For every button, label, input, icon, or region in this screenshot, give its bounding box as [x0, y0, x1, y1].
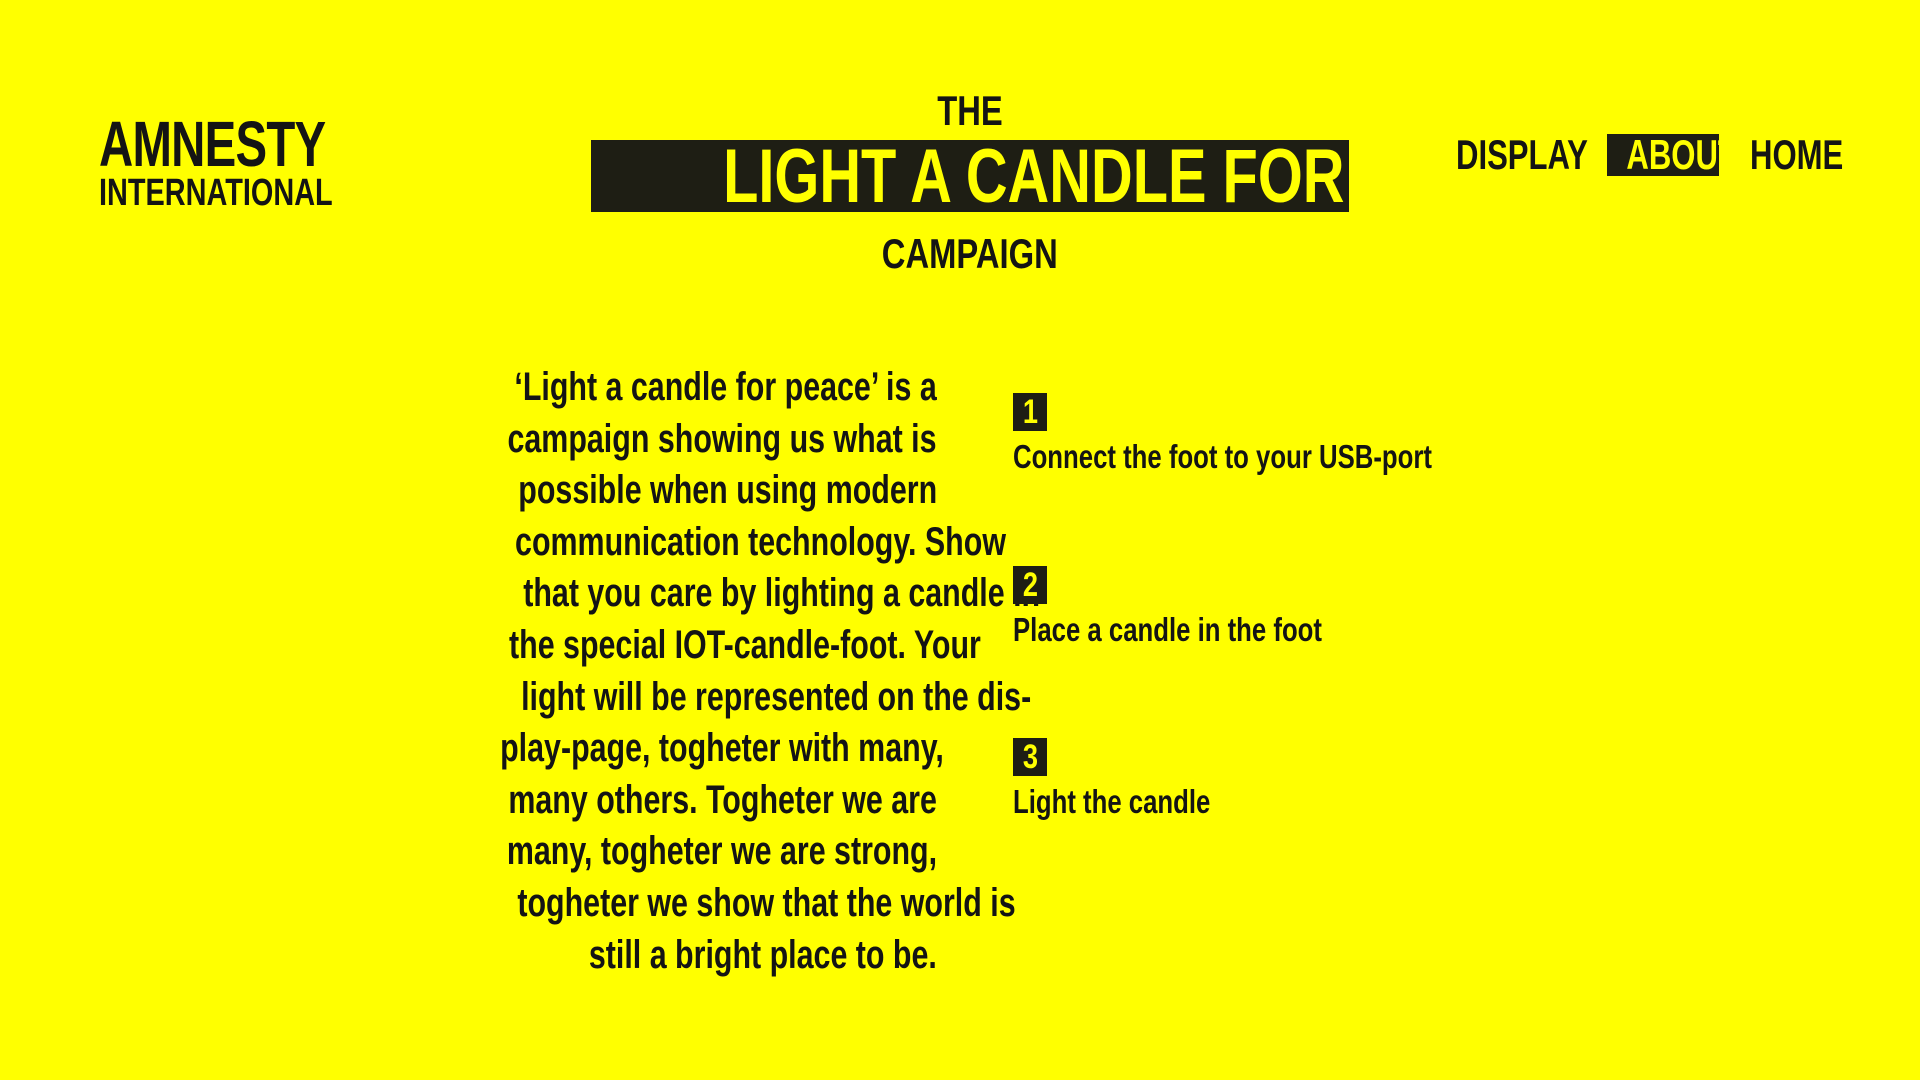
description-line: play-page, togheter with many,	[500, 726, 944, 771]
description-line: possible when using modern	[518, 468, 937, 513]
step-text: Connect the foot to your USB-port	[1013, 438, 1432, 475]
main-nav: DISPLAY ABOUT HOME	[1440, 134, 1860, 178]
title-main-banner: LIGHT A CANDLE FOR PEACE	[591, 140, 1349, 212]
nav-home-link[interactable]: HOME	[1750, 134, 1876, 176]
step-1: 1 Connect the foot to your USB-port	[1013, 393, 1550, 477]
logo-line-international: INTERNATIONAL	[99, 172, 333, 214]
campaign-description: ‘Light a candle for peace’ is a campaign …	[360, 362, 1041, 981]
description-line: togheter we show that the world is	[517, 880, 1016, 925]
amnesty-logo[interactable]: AMNESTY INTERNATIONAL	[99, 112, 349, 212]
nav-about-link[interactable]: ABOUT	[1607, 134, 1737, 176]
step-text: Light the candle	[1013, 783, 1211, 820]
description-line: light will be represented on the dis-	[521, 674, 1032, 719]
about-page: AMNESTY INTERNATIONAL THE LIGHT A CANDLE…	[0, 0, 1920, 1080]
description-line: many, togheter we are strong,	[506, 829, 937, 874]
nav-about-label: ABOUT	[1626, 131, 1737, 178]
title-pre: THE	[937, 87, 1003, 134]
description-line: campaign showing us what is	[507, 416, 937, 461]
step-number-badge: 3	[1013, 738, 1047, 776]
description-line: communication technology. Show	[515, 519, 1006, 564]
description-line: ‘Light a candle for peace’ is a	[514, 365, 937, 409]
nav-display-label: DISPLAY	[1456, 131, 1588, 178]
description-line: that you care by lighting a candle in	[523, 571, 1041, 616]
step-3: 3 Light the candle	[1013, 738, 1266, 822]
step-text: Place a candle in the foot	[1013, 611, 1322, 648]
logo-line-amnesty: AMNESTY	[99, 108, 326, 180]
description-line: still a bright place to be.	[589, 932, 937, 977]
title-main-text: LIGHT A CANDLE FOR PEACE	[723, 140, 1349, 212]
step-number-badge: 1	[1013, 393, 1047, 431]
step-2: 2 Place a candle in the foot	[1013, 566, 1409, 650]
campaign-title: THE LIGHT A CANDLE FOR PEACE CAMPAIGN	[585, 86, 1355, 279]
nav-home-label: HOME	[1750, 131, 1844, 178]
description-line: many others. Togheter we are	[508, 777, 937, 822]
description-line: the special IOT-candle-foot. Your	[509, 622, 981, 667]
step-number-badge: 2	[1013, 566, 1047, 604]
title-post: CAMPAIGN	[882, 230, 1058, 277]
